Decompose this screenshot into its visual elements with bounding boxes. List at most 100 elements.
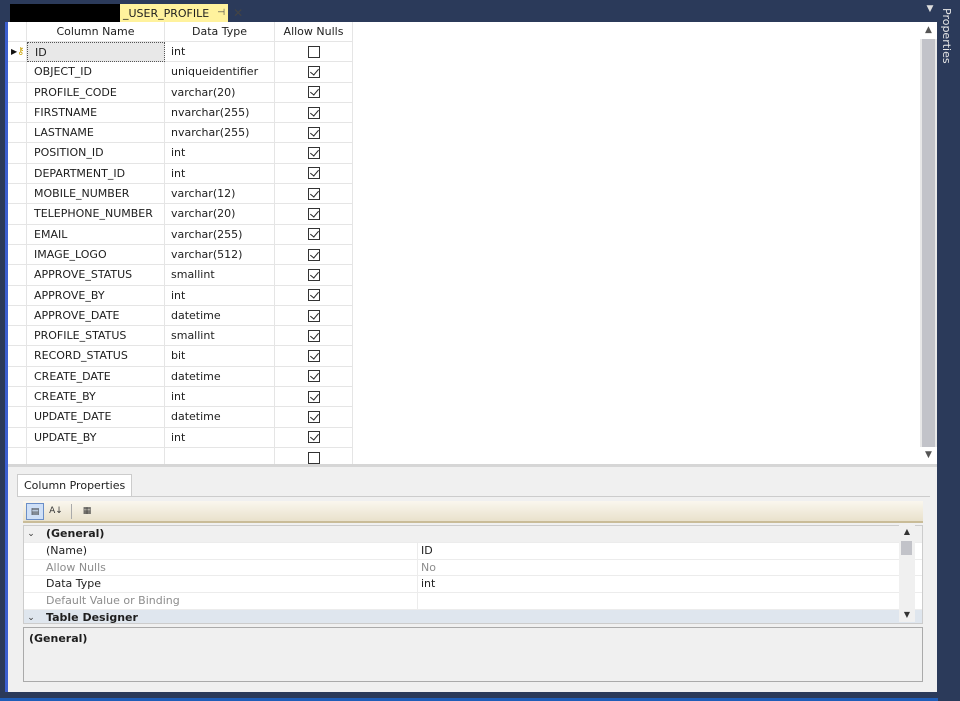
allow-nulls-checkbox[interactable]: [307, 410, 320, 423]
table-row[interactable]: PROFILE_STATUS smallint: [8, 326, 353, 347]
column-name-cell[interactable]: PROFILE_CODE: [27, 82, 165, 103]
close-icon[interactable]: ✕: [233, 6, 243, 20]
column-name-cell[interactable]: DEPARTMENT_ID: [27, 163, 165, 185]
table-row[interactable]: OBJECT_ID uniqueidentifier: [8, 62, 353, 83]
column-properties-tab[interactable]: Column Properties: [17, 474, 133, 496]
allow-nulls-checkbox[interactable]: [307, 187, 320, 200]
properties-side-panel[interactable]: Properties: [938, 0, 960, 701]
data-type-cell[interactable]: int: [165, 285, 275, 306]
grid-vertical-scrollbar[interactable]: ▲ ▼: [920, 22, 937, 464]
table-row[interactable]: MOBILE_NUMBER varchar(12): [8, 184, 353, 205]
property-value[interactable]: int: [418, 576, 922, 592]
column-name-cell[interactable]: APPROVE_DATE: [27, 305, 165, 327]
table-row[interactable]: EMAIL varchar(255): [8, 224, 353, 245]
property-value[interactable]: ID: [418, 543, 922, 559]
row-selector[interactable]: [8, 102, 27, 124]
row-selector[interactable]: [8, 123, 27, 144]
table-row[interactable]: CREATE_DATE datetime: [8, 366, 353, 388]
scroll-down-icon[interactable]: ▼: [920, 447, 937, 464]
data-type-cell[interactable]: datetime: [165, 366, 275, 388]
row-selector[interactable]: [8, 265, 27, 286]
allow-nulls-checkbox[interactable]: [307, 268, 320, 281]
allow-nulls-checkbox[interactable]: [307, 208, 320, 221]
row-selector[interactable]: [8, 447, 27, 464]
collapse-icon[interactable]: ⌄: [24, 526, 38, 542]
row-selector[interactable]: [8, 326, 27, 347]
allow-nulls-checkbox[interactable]: [307, 228, 320, 241]
row-selector[interactable]: [8, 305, 27, 327]
allow-nulls-checkbox[interactable]: [307, 248, 320, 261]
column-name-cell[interactable]: LASTNAME: [27, 123, 165, 144]
data-type-cell[interactable]: datetime: [165, 305, 275, 327]
column-name-cell[interactable]: [27, 447, 165, 464]
data-type-cell[interactable]: bit: [165, 346, 275, 367]
property-grid-scrollbar[interactable]: ▲ ▼: [899, 525, 915, 622]
scroll-thumb[interactable]: [901, 541, 912, 555]
column-name-cell[interactable]: APPROVE_BY: [27, 285, 165, 306]
data-type-cell[interactable]: smallint: [165, 265, 275, 286]
row-selector[interactable]: [8, 387, 27, 408]
column-name-cell[interactable]: POSITION_ID: [27, 143, 165, 164]
allow-nulls-checkbox[interactable]: [307, 45, 320, 58]
table-row[interactable]: CREATE_BY int: [8, 387, 353, 408]
column-name-cell[interactable]: EMAIL: [27, 224, 165, 245]
data-type-cell[interactable]: varchar(20): [165, 82, 275, 103]
allow-nulls-checkbox[interactable]: [307, 86, 320, 99]
column-name-cell[interactable]: APPROVE_STATUS: [27, 265, 165, 286]
category-table-designer[interactable]: ⌄ Table Designer: [24, 609, 922, 623]
table-row[interactable]: DEPARTMENT_ID int: [8, 163, 353, 185]
property-value[interactable]: [418, 593, 922, 609]
properties-panel-label[interactable]: Properties: [940, 8, 953, 64]
property-pages-icon[interactable]: ▦: [78, 503, 96, 520]
table-row[interactable]: IMAGE_LOGO varchar(512): [8, 244, 353, 266]
row-selector[interactable]: [8, 184, 27, 205]
column-name-cell[interactable]: MOBILE_NUMBER: [27, 184, 165, 205]
scroll-down-icon[interactable]: ▼: [899, 608, 915, 622]
column-name-cell[interactable]: UPDATE_BY: [27, 427, 165, 448]
row-selector[interactable]: [8, 427, 27, 448]
table-row[interactable]: APPROVE_DATE datetime: [8, 305, 353, 327]
property-row[interactable]: Data Type int: [24, 576, 922, 594]
scroll-up-icon[interactable]: ▲: [899, 525, 915, 539]
row-selector[interactable]: [8, 143, 27, 164]
row-selector[interactable]: [8, 244, 27, 266]
property-row[interactable]: Default Value or Binding: [24, 593, 922, 610]
row-selector[interactable]: [8, 204, 27, 225]
data-type-cell[interactable]: nvarchar(255): [165, 123, 275, 144]
tab-dropdown-icon[interactable]: ▼: [924, 4, 936, 20]
row-selector[interactable]: [8, 62, 27, 83]
allow-nulls-checkbox[interactable]: [307, 65, 320, 78]
scroll-thumb[interactable]: [922, 39, 935, 447]
data-type-cell[interactable]: uniqueidentifier: [165, 62, 275, 83]
table-row[interactable]: RECORD_STATUS bit: [8, 346, 353, 367]
table-row[interactable]: UPDATE_BY int: [8, 427, 353, 448]
data-type-cell[interactable]: int: [165, 42, 275, 63]
row-selector[interactable]: [8, 407, 27, 428]
column-name-cell[interactable]: UPDATE_DATE: [27, 407, 165, 428]
allow-nulls-checkbox[interactable]: [307, 167, 320, 180]
alphabetical-sort-icon[interactable]: A↓: [47, 503, 65, 520]
row-selector[interactable]: [8, 163, 27, 185]
data-type-cell[interactable]: int: [165, 427, 275, 448]
table-row[interactable]: POSITION_ID int: [8, 143, 353, 164]
data-type-cell[interactable]: int: [165, 143, 275, 164]
data-type-cell[interactable]: varchar(20): [165, 204, 275, 225]
pin-icon[interactable]: ⊣: [217, 8, 225, 18]
allow-nulls-checkbox[interactable]: [307, 431, 320, 444]
document-tab[interactable]: _USER_PROFILE ⊣ ✕: [120, 4, 243, 22]
column-name-cell[interactable]: CREATE_DATE: [27, 366, 165, 388]
table-row[interactable]: TELEPHONE_NUMBER varchar(20): [8, 204, 353, 225]
table-row[interactable]: UPDATE_DATE datetime: [8, 407, 353, 428]
allow-nulls-checkbox[interactable]: [307, 147, 320, 160]
row-selector[interactable]: [8, 82, 27, 103]
table-row[interactable]: ▶⚷ ID int: [8, 42, 353, 63]
allow-nulls-checkbox[interactable]: [307, 350, 320, 363]
column-name-cell[interactable]: CREATE_BY: [27, 387, 165, 408]
row-selector[interactable]: ▶⚷: [8, 42, 27, 63]
allow-nulls-checkbox[interactable]: [307, 390, 320, 403]
column-name-cell[interactable]: OBJECT_ID: [27, 62, 165, 83]
table-row[interactable]: PROFILE_CODE varchar(20): [8, 82, 353, 103]
allow-nulls-checkbox[interactable]: [307, 329, 320, 342]
row-selector[interactable]: [8, 224, 27, 245]
table-row[interactable]: APPROVE_BY int: [8, 285, 353, 306]
